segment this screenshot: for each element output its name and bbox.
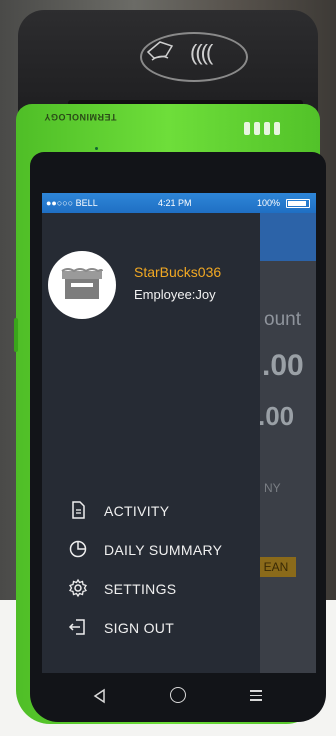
- back-icon[interactable]: [92, 688, 108, 704]
- system-nav-bar: [34, 674, 320, 718]
- employee-name: Employee:Joy: [134, 287, 216, 302]
- menu-item-daily-summary[interactable]: DAILY SUMMARY: [68, 537, 248, 563]
- battery-percent: 100%: [256, 198, 280, 208]
- document-icon: [72, 501, 85, 519]
- behind-label: ount: [264, 309, 301, 330]
- sign-out-icon: [68, 619, 85, 635]
- behind-small-text: NY: [264, 481, 281, 495]
- menu-item-label: DAILY SUMMARY: [104, 542, 223, 558]
- app-header-behind: [260, 213, 316, 261]
- nfc-waves-icon: ((((: [190, 40, 213, 65]
- menu-item-label: SETTINGS: [104, 581, 177, 597]
- navigation-drawer: StarBucks036 Employee:Joy ACTIVITY DAILY…: [42, 213, 260, 673]
- storefront-icon: [61, 268, 103, 299]
- side-button[interactable]: [14, 318, 18, 352]
- menu-item-label: SIGN OUT: [104, 620, 175, 636]
- brand-label: TERMINOLOGY: [44, 112, 117, 122]
- carrier-label: ●●○○○ BELL: [46, 198, 98, 208]
- status-leds: [244, 122, 284, 140]
- menu-icon[interactable]: [250, 687, 262, 703]
- menu-item-label: ACTIVITY: [104, 503, 170, 519]
- clock: 4:21 PM: [158, 198, 192, 208]
- menu-item-activity[interactable]: ACTIVITY: [68, 498, 248, 524]
- pie-chart-icon: [69, 540, 87, 558]
- screen: ●●○○○ BELL 4:21 PM 100% ount .00 .00 NY …: [42, 193, 316, 673]
- camera-dot: [95, 147, 98, 150]
- home-icon[interactable]: [170, 687, 186, 703]
- status-bar: ●●○○○ BELL 4:21 PM 100%: [42, 193, 316, 213]
- gear-icon: [69, 578, 87, 598]
- battery-icon: [286, 199, 310, 208]
- behind-amount-2: .00: [258, 401, 295, 431]
- behind-button: EAN: [256, 557, 296, 577]
- store-name: StarBucks036: [134, 264, 222, 280]
- menu-item-sign-out[interactable]: SIGN OUT: [68, 615, 248, 641]
- contactless-card-icon: [146, 41, 174, 61]
- store-avatar[interactable]: [48, 251, 116, 319]
- behind-amount-1: .00: [262, 349, 304, 382]
- menu-item-settings[interactable]: SETTINGS: [68, 576, 248, 602]
